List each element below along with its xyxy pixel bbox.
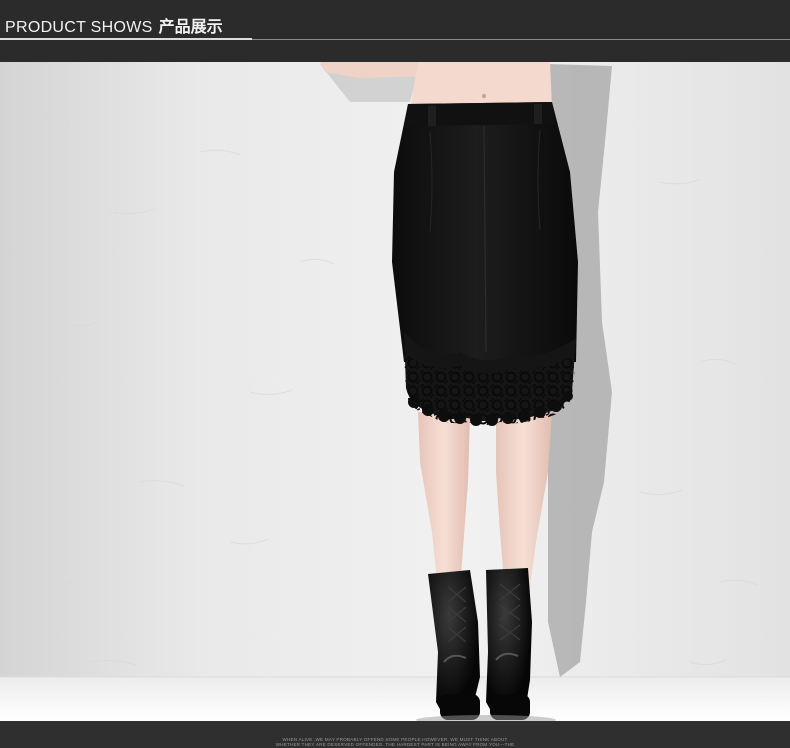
- footer-quote: WHEN ALIVE ,WE MAY PROBABLY OFFEND SOME …: [0, 721, 790, 748]
- section-title: PRODUCT SHOWS 产品展示: [5, 13, 223, 36]
- section-title-en: PRODUCT SHOWS: [5, 19, 153, 36]
- header-divider: [252, 38, 790, 40]
- product-photo-illustration: [0, 62, 790, 721]
- footer-quote-line-2: WHETHER THEY ARE DESERVED OFFENDED. THE …: [275, 742, 515, 747]
- section-title-zh: 产品展示: [158, 17, 223, 36]
- title-underline: [0, 38, 252, 40]
- product-photo: [0, 62, 790, 721]
- section-header: PRODUCT SHOWS 产品展示: [0, 0, 790, 62]
- product-show-page: PRODUCT SHOWS 产品展示 WHEN ALIVE ,WE MAY PR…: [0, 0, 790, 748]
